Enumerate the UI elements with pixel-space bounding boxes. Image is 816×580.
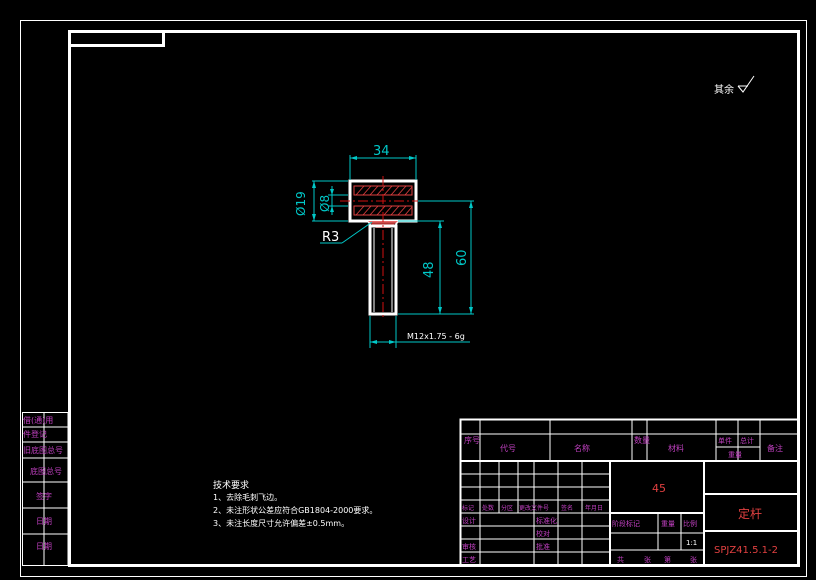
stage-label: 阶段标记 (612, 519, 640, 528)
surface-finish-note: 其余 (714, 83, 734, 96)
row-review: 审核 (462, 542, 476, 551)
sheet-total: 共 (617, 555, 624, 564)
margin-table: 借(通)用 件登记 旧底图总号 底图总号 签字 日期 日期 (22, 412, 71, 566)
row-design: 设计 (462, 516, 476, 525)
margin-label-4: 底图总号 (30, 466, 62, 476)
th-index: 序号 (464, 435, 480, 445)
rev-zone: 分区 (501, 504, 513, 512)
row-approve: 批准 (536, 542, 550, 551)
inner-border (68, 30, 800, 567)
part-drawing (340, 176, 424, 320)
th-total: 总计 (740, 436, 754, 445)
th-weight: 重量 (728, 451, 742, 459)
weight-label: 重量 (661, 520, 675, 528)
margin-label-1: 借(通)用 (23, 415, 53, 425)
dim-dia-19: Ø19 (294, 191, 308, 216)
dim-length-60: 60 (455, 249, 470, 266)
roughness-symbol-icon (737, 75, 755, 93)
tech-req-item-3: 3、未注长度尺寸允许偏差±0.5mm。 (213, 518, 349, 528)
title-block: 序号 代号 名称 材料 数量 单件 总计 备注 重量 标记 处数 分区 更改文件… (459, 418, 800, 567)
outer-border (20, 20, 807, 577)
part-name: 定杆 (738, 506, 762, 521)
row-standard: 标准化 (536, 516, 557, 525)
margin-label-3: 旧底图总号 (23, 445, 63, 455)
rev-doc: 更改文件号 (519, 504, 549, 512)
dim-length-48: 48 (422, 261, 437, 278)
tech-req-item-2: 2、未注形状公差应符合GB1804-2000要求。 (213, 505, 377, 515)
th-qty: 数量 (634, 435, 650, 445)
rev-mark: 标记 (462, 504, 474, 512)
margin-label-2: 件登记 (23, 429, 47, 439)
row-check: 校对 (536, 529, 550, 538)
dim-dia-8: Ø8 (318, 195, 332, 212)
th-code: 代号 (500, 443, 516, 453)
sheet-no: 第 (664, 555, 671, 564)
scale-label: 比例 (683, 519, 697, 528)
rev-date: 年月日 (585, 504, 603, 512)
margin-label-7: 日期 (36, 542, 52, 551)
material-value: 45 (652, 482, 666, 495)
th-remark: 备注 (767, 443, 783, 453)
row-process: 工艺 (462, 556, 476, 564)
drawing-number: SPJZ41.5.1-2 (714, 545, 778, 556)
dim-thread-m12: M12x1.75 - 6g (407, 332, 465, 341)
th-unit: 单件 (718, 436, 732, 445)
dim-radius-r3: R3 (322, 230, 339, 245)
dimensions: 34 Ø19 Ø8 R3 48 60 M12x1.75 - 6g (294, 144, 474, 348)
tech-req-item-1: 1、去除毛刺飞边。 (213, 492, 282, 502)
th-material: 材料 (668, 443, 684, 453)
rev-sign: 签名 (561, 504, 573, 512)
rev-count: 处数 (482, 504, 494, 512)
th-name: 名称 (574, 443, 590, 453)
scale-value: 1:1 (686, 539, 697, 547)
tech-requirements: 技术要求 1、去除毛刺飞边。 2、未注形状公差应符合GB1804-2000要求。… (213, 479, 377, 528)
sheet-no-suffix: 张 (690, 555, 697, 564)
dim-width-34: 34 (373, 144, 390, 159)
sheet-total-suffix: 张 (644, 555, 651, 564)
margin-label-6: 日期 (36, 517, 52, 526)
top-left-code-box (68, 30, 165, 47)
drawing-sheet: 借(通)用 件登记 旧底图总号 底图总号 签字 日期 日期 其余 34 Ø19 … (20, 20, 807, 577)
margin-label-5: 签字 (36, 491, 52, 501)
tech-req-title: 技术要求 (213, 479, 249, 491)
